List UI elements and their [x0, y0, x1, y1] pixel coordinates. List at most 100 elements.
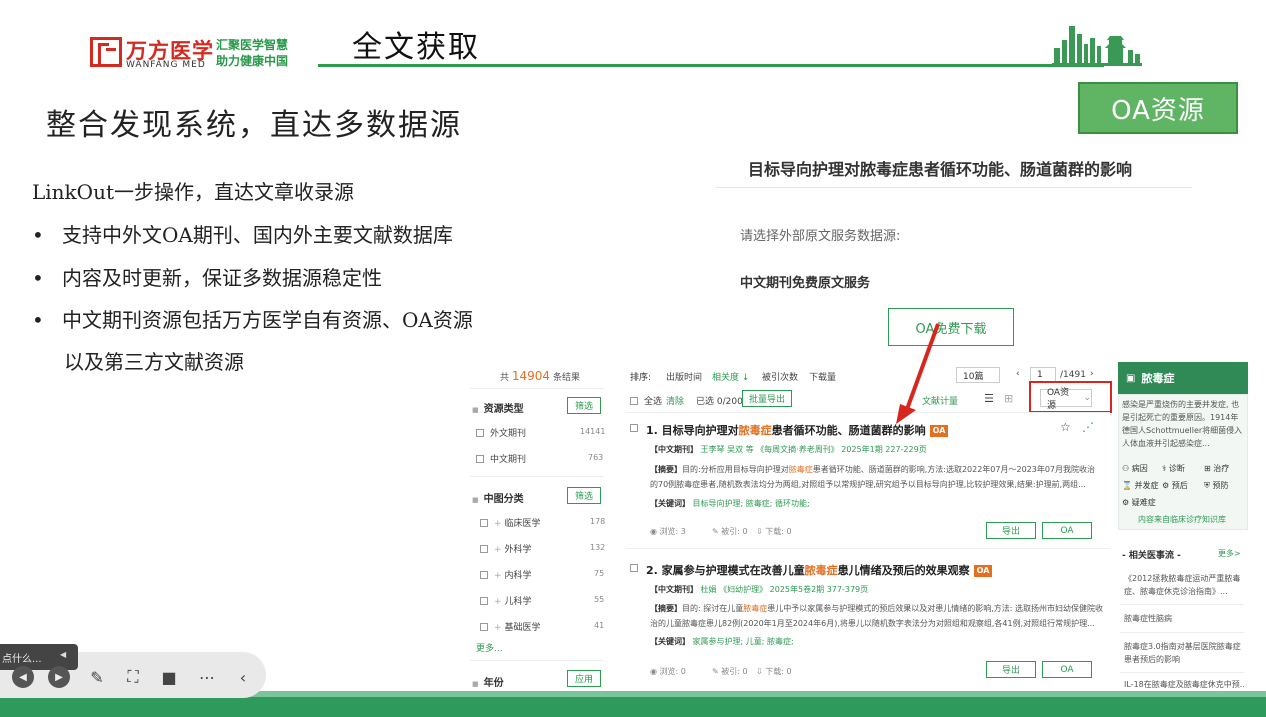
page-title: 全文获取 — [352, 30, 480, 65]
complication-icon: ⌛ — [1122, 481, 1135, 490]
news-item[interactable]: IL-18在脓毒症及脓毒症休克中预... — [1124, 678, 1244, 690]
list-view-icon[interactable]: ☰ — [984, 392, 994, 405]
bullet-continuation: 以及第三方文献资源 — [64, 350, 244, 374]
download-icon: ⇩ — [756, 667, 766, 676]
facet-more-link[interactable]: 更多... — [476, 641, 503, 654]
result-abstract-cont: 的70例脓毒症患者,随机数表法均分为两组,对照组予以常规护理,研究组予以目标导向… — [650, 480, 1086, 489]
divider — [470, 476, 604, 477]
slogan-line: 汇聚医学智慧 — [216, 38, 289, 52]
divider — [1120, 604, 1244, 605]
page-total: /1491 — [1060, 370, 1086, 380]
more-icon[interactable]: ⋯ — [194, 664, 220, 690]
side-cat-prevention[interactable]: ⛨ 预防 — [1204, 480, 1229, 491]
red-arrow-icon — [896, 323, 940, 424]
tooltip: 点什么... — [0, 644, 78, 670]
external-source-label: 请选择外部原文服务数据源: — [740, 229, 901, 244]
facet-item-surgery[interactable]: + 外科学 — [480, 542, 532, 555]
previous-icon[interactable]: ◀ — [12, 666, 34, 688]
screenshot-icon[interactable]: ⛶ — [120, 664, 146, 690]
sort-by-citations[interactable]: 被引次数 — [762, 370, 798, 383]
divider — [470, 388, 604, 389]
result-keywords: 【关键词】 家属参与护理; 儿童; 脓毒症; — [650, 637, 794, 646]
facet-item-internal-medicine[interactable]: + 内科学 — [480, 568, 532, 581]
facet-item-pediatrics[interactable]: + 儿科学 — [480, 594, 532, 607]
side-cat-diagnosis[interactable]: ⚕ 诊断 — [1162, 463, 1185, 474]
sort-by-date[interactable]: 出版时间 — [666, 370, 702, 383]
export-button[interactable]: 导出 — [986, 522, 1036, 539]
star-icon[interactable]: ☆ — [1060, 420, 1071, 434]
wanfang-logo-icon — [90, 37, 122, 67]
cite-count: ✎ 被引: 0 — [712, 667, 748, 676]
header-divider — [318, 64, 1104, 67]
side-cat-complication[interactable]: ⌛ 并发症 — [1122, 480, 1159, 491]
difficult-icon: ⚙ — [1122, 498, 1132, 507]
page-size-select[interactable]: 10篇 — [956, 367, 1000, 383]
sort-label: 排序: — [630, 373, 652, 383]
play-icon[interactable]: ▶ — [48, 666, 70, 688]
cause-icon: ⚇ — [1122, 464, 1132, 473]
result-title-link[interactable]: 2. 家属参与护理模式在改善儿童脓毒症患儿情绪及预后的效果观察 OA — [646, 562, 993, 578]
side-cat-difficult[interactable]: ⚙ 疑难症 — [1122, 497, 1156, 508]
side-cat-cause[interactable]: ⚇ 病因 — [1122, 463, 1148, 474]
facet-count: 55 — [594, 595, 605, 604]
result-keywords: 【关键词】 目标导向护理; 脓毒症; 循环功能; — [650, 499, 810, 508]
year-apply-button[interactable]: 应用 — [567, 670, 601, 687]
divider — [1120, 672, 1244, 673]
cn-service-heading: 中文期刊免费原文服务 — [740, 276, 871, 291]
collapse-arrow-icon[interactable]: ◀ — [60, 650, 66, 659]
result-abstract-cont: 治的儿童脓毒症患儿82例(2020年1月至2024年6月),将患儿以随机数字表法… — [650, 619, 1095, 628]
result-abstract: 【摘要】目的: 探讨在儿童脓毒症患儿中予以家属参与护理模式的预后效果以及对患儿情… — [650, 604, 1104, 613]
side-cat-prognosis[interactable]: ⚙ 预后 — [1162, 480, 1188, 491]
facet-item-chinese-journal[interactable]: 中文期刊 — [476, 452, 526, 465]
side-description: 感染是严重烧伤的主要并发症, 也是引起死亡的重要原因。1914年德国人Schot… — [1122, 400, 1243, 448]
slide-heading: 整合发现系统，直达多数据源 — [46, 108, 462, 143]
facet-item-foreign-journal[interactable]: 外文期刊 — [476, 426, 526, 439]
share-icon[interactable]: ⋰ — [1082, 420, 1094, 434]
grid-view-icon[interactable]: ⊞ — [1004, 392, 1013, 405]
camera-icon[interactable]: ■ — [156, 664, 182, 690]
news-item[interactable]: 脓毒症3.0指南对基层医院脓毒症患者预后的影响 — [1124, 640, 1244, 666]
facet-count: 41 — [594, 621, 605, 630]
pen-icon[interactable]: ✎ — [84, 664, 110, 690]
side-panel-title: 脓毒症 — [1118, 362, 1248, 394]
divider — [626, 412, 1110, 413]
bullet-item: • 支持中外文OA期刊、国内外主要文献数据库 — [32, 223, 453, 247]
row-checkbox[interactable] — [630, 424, 644, 434]
selected-count: 已选 0/200 — [696, 397, 743, 407]
sort-by-downloads[interactable]: 下载量 — [809, 370, 836, 383]
batch-export-button[interactable]: 批量导出 — [742, 390, 792, 407]
select-all-checkbox[interactable]: 全选 — [630, 394, 662, 407]
oa-button[interactable]: OA — [1042, 661, 1092, 678]
city-skyline-icon — [1052, 26, 1142, 66]
news-more-link[interactable]: 更多> — [1218, 548, 1241, 559]
facet-count: 763 — [588, 453, 604, 462]
export-button[interactable]: 导出 — [986, 661, 1036, 678]
facet-item-basic-medicine[interactable]: + 基础医学 — [480, 620, 541, 633]
clear-selection-link[interactable]: 清除 — [666, 394, 684, 407]
resource-type-filter-button[interactable]: 筛选 — [567, 397, 601, 414]
treatment-icon: ⊞ — [1204, 464, 1214, 473]
divider — [470, 660, 604, 661]
sort-by-relevance[interactable]: 相关度 ↓ — [712, 370, 749, 383]
result-source: 【中文期刊】 王李琴 吴双 等 《每周文摘·养老周刊》 2025年1期 227-… — [650, 445, 927, 454]
next-page-icon[interactable]: › — [1090, 369, 1094, 379]
row-checkbox[interactable] — [630, 564, 644, 574]
clc-filter-button[interactable]: 筛选 — [567, 487, 601, 504]
knowledge-base-link[interactable]: 内容来自临床诊疗知识库 — [1138, 514, 1226, 525]
eye-icon: ◉ — [650, 667, 660, 676]
prognosis-icon: ⚙ — [1162, 481, 1172, 490]
facet-item-clinical-medicine[interactable]: + 临床医学 — [480, 516, 541, 529]
slogan-line: 助力健康中国 — [216, 54, 289, 68]
eye-icon: ◉ — [650, 527, 660, 536]
news-item[interactable]: 脓毒症性脑病 — [1124, 612, 1244, 625]
related-news-title: - 相关医事流 - — [1122, 551, 1181, 561]
news-item[interactable]: 《2012拯救脓毒症运动严重脓毒症、脓毒症休克诊治指南》... — [1124, 572, 1244, 598]
facet-clc-title: 中图分类 — [472, 490, 524, 505]
chevron-left-icon[interactable]: ‹ — [230, 664, 256, 690]
prevention-icon: ⛨ — [1204, 481, 1213, 490]
result-source: 【中文期刊】 杜娟 《妇幼护理》 2025年5卷2期 377-379页 — [650, 585, 869, 594]
oa-button[interactable]: OA — [1042, 522, 1092, 539]
side-cat-treatment[interactable]: ⊞ 治疗 — [1204, 463, 1229, 474]
prev-page-icon[interactable]: ‹ — [1016, 369, 1020, 379]
bullet-item: • 内容及时更新，保证多数据源稳定性 — [32, 266, 382, 290]
